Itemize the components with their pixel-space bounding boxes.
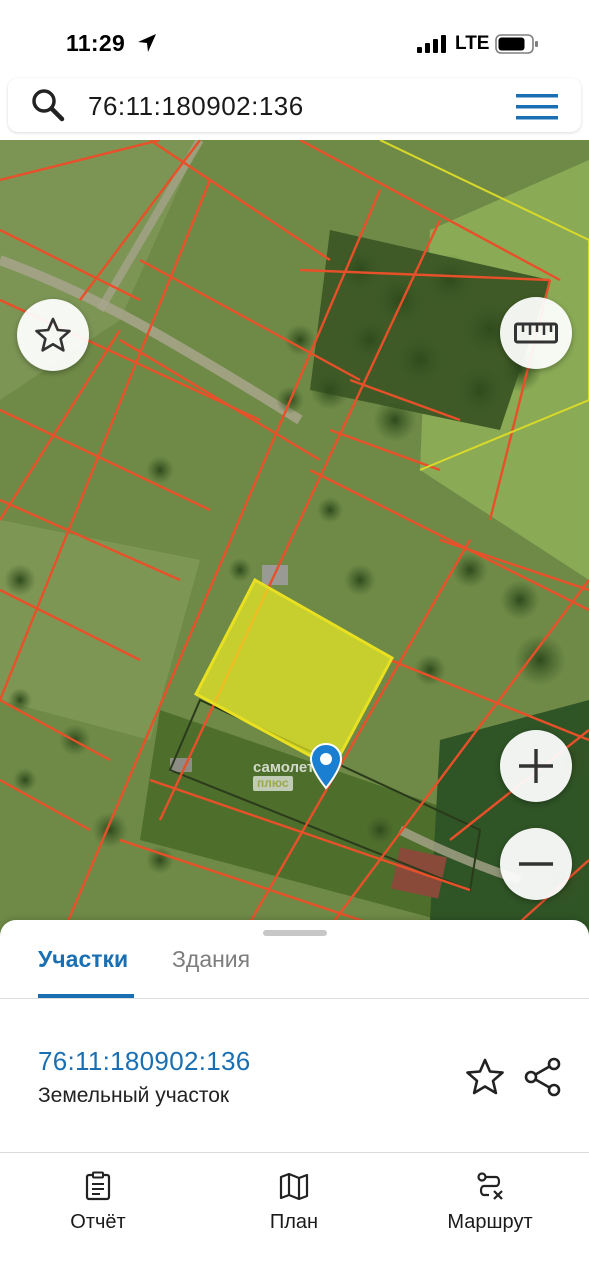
report-icon — [85, 1171, 111, 1201]
tab-plots[interactable]: Участки — [38, 946, 128, 973]
favorite-star-icon[interactable] — [464, 1056, 506, 1098]
parcel-type: Земельный участок — [38, 1084, 230, 1107]
map-pin-icon[interactable] — [309, 742, 343, 790]
watermark: самолет плюс — [253, 759, 315, 791]
nav-route-label: Маршрут — [447, 1211, 533, 1233]
results-sheet: Участки Здания 76:11:180902:136 Земельны… — [0, 920, 589, 1160]
measure-button[interactable] — [500, 297, 572, 369]
map-view[interactable]: самолет плюс — [0, 140, 589, 940]
search-icon[interactable] — [30, 87, 66, 123]
satellite-map[interactable] — [0, 140, 589, 940]
nav-report[interactable]: Отчёт — [28, 1171, 168, 1234]
search-input[interactable]: 76:11:180902:136 — [88, 91, 304, 122]
nav-report-label: Отчёт — [70, 1211, 126, 1233]
ruler-icon — [514, 322, 558, 344]
battery-icon — [495, 34, 538, 54]
nav-plan-label: План — [269, 1211, 319, 1233]
location-arrow-icon — [138, 34, 156, 52]
zoom-out-button[interactable] — [500, 828, 572, 900]
share-icon[interactable] — [522, 1056, 564, 1098]
map-plan-icon — [279, 1172, 309, 1201]
network-type: LTE — [455, 33, 490, 54]
bottom-nav: Отчёт План Маршрут — [0, 1152, 589, 1280]
divider — [0, 998, 589, 999]
menu-icon[interactable] — [516, 92, 558, 122]
nav-route[interactable]: Маршрут — [420, 1171, 560, 1234]
sheet-drag-handle[interactable] — [263, 930, 327, 936]
zoom-in-button[interactable] — [500, 730, 572, 802]
minus-icon — [519, 862, 553, 866]
star-icon — [35, 317, 71, 352]
route-icon — [477, 1172, 503, 1200]
signal-icon — [417, 35, 446, 53]
search-bar[interactable]: 76:11:180902:136 — [8, 78, 581, 132]
status-time: 11:29 — [66, 30, 126, 56]
parcel-number-link[interactable]: 76:11:180902:136 — [38, 1046, 251, 1077]
favorite-button[interactable] — [17, 299, 89, 371]
tab-buildings[interactable]: Здания — [172, 946, 250, 973]
plus-icon — [519, 749, 553, 783]
status-bar: 11:29 LTE — [0, 0, 589, 80]
nav-plan[interactable]: План — [224, 1171, 364, 1234]
